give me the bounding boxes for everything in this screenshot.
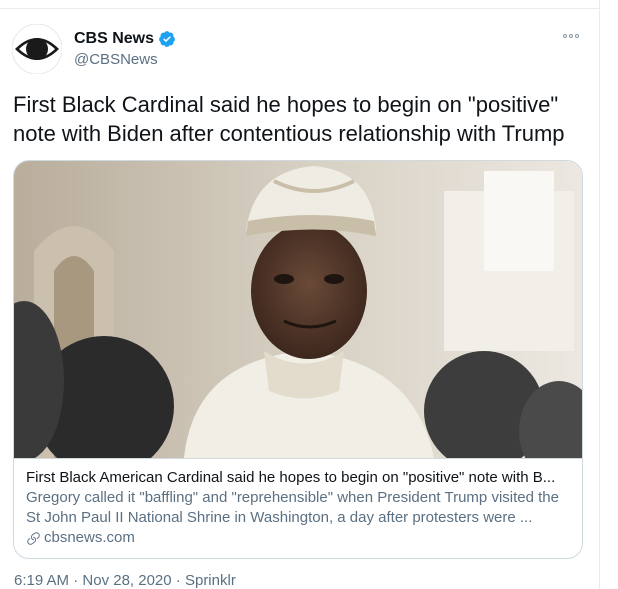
more-options-icon[interactable] (563, 30, 581, 42)
card-title[interactable]: First Black American Cardinal said he ho… (26, 468, 570, 488)
right-divider (599, 0, 600, 589)
verified-badge-icon (159, 31, 175, 47)
author-name[interactable]: CBS News (74, 30, 154, 48)
card-text: First Black American Cardinal said he ho… (26, 468, 570, 548)
tweet-date[interactable]: Nov 28, 2020 (82, 572, 171, 589)
card-domain: cbsnews.com (44, 529, 135, 546)
tweet-author: CBS News @CBSNews (74, 30, 176, 68)
tweet-text: First Black Cardinal said he hopes to be… (13, 92, 565, 146)
link-icon (27, 531, 40, 545)
card-divider (14, 458, 582, 459)
author-handle[interactable]: @CBSNews (74, 51, 176, 68)
tweet-source[interactable]: Sprinklr (185, 572, 236, 589)
card-description: Gregory called it "baffling" and "repreh… (26, 489, 559, 526)
meta-separator: · (73, 572, 79, 589)
link-preview-card[interactable]: First Black American Cardinal said he ho… (13, 160, 583, 559)
top-divider (0, 8, 600, 9)
tweet-time[interactable]: 6:19 AM (14, 572, 69, 589)
cbs-eye-logo-icon[interactable] (12, 24, 62, 74)
tweet-meta: 6:19 AM · Nov 28, 2020 · Sprinklr (14, 572, 236, 589)
card-domain-row[interactable]: cbsnews.com (26, 528, 570, 548)
card-image (14, 161, 582, 458)
meta-separator: · (175, 572, 181, 589)
